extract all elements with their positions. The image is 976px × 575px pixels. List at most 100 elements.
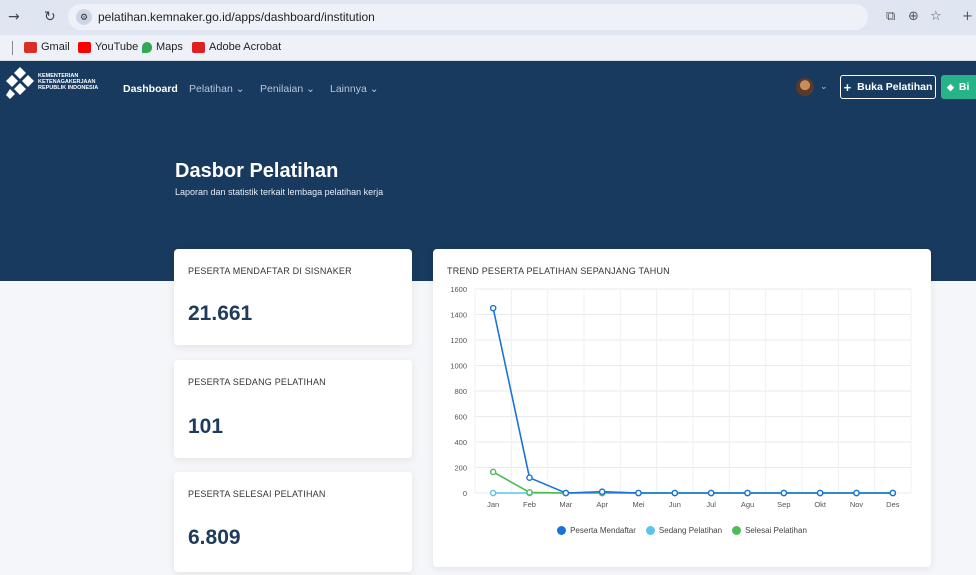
- y-tick-label: 400: [454, 438, 467, 447]
- data-point[interactable]: [598, 488, 606, 496]
- bookmark-adobe-acrobat[interactable]: Adobe Acrobat: [192, 41, 281, 53]
- data-point[interactable]: [816, 489, 824, 497]
- legend-swatch: [645, 526, 655, 535]
- plus-icon: +: [843, 79, 852, 95]
- y-tick-label: 200: [454, 464, 467, 473]
- bookmarks-bar: Gmail YouTube Maps Adobe Acrobat: [0, 35, 976, 61]
- nav-pelatihan[interactable]: Pelatihan ⌄: [189, 83, 245, 95]
- youtube-icon: [78, 41, 91, 53]
- legend-item-sedang[interactable]: Sedang Pelatihan: [645, 526, 723, 535]
- chevron-down-icon: ⌄: [306, 83, 315, 95]
- extension-icon[interactable]: +: [962, 9, 973, 24]
- x-tick-label: Mei: [632, 500, 644, 509]
- data-point[interactable]: [853, 489, 860, 497]
- trend-chart-card: TREND PESERTA PELATIHAN SEPANJANG TAHUN …: [433, 249, 931, 567]
- chart-title: TREND PESERTA PELATIHAN SEPANJANG TAHUN: [447, 266, 670, 276]
- data-point[interactable]: [635, 489, 642, 497]
- x-tick-label: Mar: [559, 500, 572, 509]
- data-point[interactable]: [780, 489, 788, 497]
- stat-card-in-training: PESERTA SEDANG PELATIHAN 101: [174, 360, 412, 458]
- bookmark-star-icon[interactable]: ☆: [930, 9, 942, 24]
- bookmark-label: Gmail: [41, 41, 70, 53]
- x-tick-label: Sep: [777, 500, 790, 509]
- url-text: pelatihan.kemnaker.go.id/apps/dashboard/…: [98, 10, 375, 24]
- page-subtitle: Laporan dan statistik terkait lembaga pe…: [175, 187, 384, 197]
- data-point[interactable]: [526, 474, 533, 481]
- legend-label: Selesai Pelatihan: [745, 526, 807, 535]
- zoom-icon[interactable]: ⊕: [908, 9, 919, 24]
- x-tick-label: Jan: [487, 500, 499, 509]
- x-tick-label: Okt: [814, 500, 827, 509]
- chevron-down-icon: ⌄: [235, 83, 245, 95]
- chevron-down-icon[interactable]: ⌄: [820, 81, 828, 92]
- nav-dashboard[interactable]: Dashboard: [123, 83, 178, 95]
- nav-label: Pelatihan: [189, 83, 233, 95]
- logo-wordmark: KEMENTERIAN KETENAGAKERJAAN REPUBLIK IND…: [38, 73, 108, 91]
- x-tick-label: Des: [886, 500, 900, 509]
- install-app-icon[interactable]: ⧉: [886, 9, 895, 24]
- x-tick-label: Jun: [669, 500, 681, 509]
- user-avatar[interactable]: [796, 78, 814, 96]
- data-point[interactable]: [489, 304, 497, 312]
- data-point[interactable]: [707, 489, 715, 497]
- legend-item-selesai[interactable]: Selesai Pelatihan: [732, 526, 807, 535]
- legend-swatch: [557, 526, 567, 535]
- bookmark-label: Maps: [156, 41, 183, 53]
- data-point[interactable]: [489, 489, 497, 497]
- stat-card-completed: PESERTA SELESAI PELATIHAN 6.809: [174, 472, 412, 572]
- nav-label: Penilaian: [260, 83, 304, 95]
- data-point[interactable]: [489, 468, 497, 476]
- address-bar[interactable]: ⚙ pelatihan.kemnaker.go.id/apps/dashboar…: [68, 4, 868, 30]
- bookmark-label: YouTube: [95, 41, 139, 53]
- data-point[interactable]: [562, 489, 570, 497]
- legend-label: Peserta Mendaftar: [570, 526, 636, 535]
- app-header: KEMENTERIAN KETENAGAKERJAAN REPUBLIK IND…: [0, 61, 976, 281]
- data-point[interactable]: [889, 489, 897, 497]
- y-tick-label: 800: [454, 387, 467, 396]
- green-button-label: Bi: [958, 81, 970, 93]
- nav-lainnya[interactable]: Lainnya ⌄: [330, 83, 379, 95]
- kemnaker-logo-icon[interactable]: [6, 67, 34, 101]
- legend-swatch: [732, 526, 742, 535]
- open-training-button[interactable]: + Buka Pelatihan: [840, 75, 936, 99]
- open-training-label: Buka Pelatihan: [857, 81, 933, 93]
- chart-legend: Peserta Mendaftar Sedang Pelatihan Seles…: [433, 526, 931, 535]
- tag-icon: ◆: [947, 81, 954, 92]
- reload-icon[interactable]: ↻: [44, 9, 56, 25]
- data-point[interactable]: [671, 489, 679, 497]
- logo-line: REPUBLIK INDONESIA: [38, 85, 99, 91]
- data-point[interactable]: [526, 489, 533, 496]
- legend-label: Sedang Pelatihan: [658, 526, 723, 535]
- x-tick-label: Jul: [706, 500, 716, 509]
- forward-icon[interactable]: →: [8, 9, 20, 25]
- stat-card-registered: PESERTA MENDAFTAR DI SISNAKER 21.661: [174, 249, 412, 345]
- data-point[interactable]: [744, 489, 751, 497]
- nav-penilaian[interactable]: Penilaian ⌄: [260, 83, 315, 95]
- site-settings-icon[interactable]: ⚙: [76, 9, 92, 25]
- green-action-button[interactable]: ◆ Bi: [941, 75, 976, 99]
- chevron-down-icon: ⌄: [369, 83, 379, 95]
- bookmark-youtube[interactable]: YouTube: [78, 41, 138, 53]
- bookmark-maps[interactable]: Maps: [142, 41, 183, 53]
- stat-value: 21.661: [188, 302, 253, 325]
- stat-value: 101: [188, 415, 224, 438]
- legend-item-mendaftar[interactable]: Peserta Mendaftar: [557, 526, 636, 535]
- stat-value: 6.809: [188, 526, 241, 549]
- x-tick-label: Feb: [523, 500, 536, 509]
- y-tick-label: 600: [454, 413, 467, 422]
- gmail-icon: [24, 41, 37, 53]
- bookmark-gmail[interactable]: Gmail: [24, 41, 70, 53]
- x-tick-label: Apr: [596, 500, 608, 509]
- nav-label: Lainnya: [330, 83, 367, 95]
- bookmark-label: Adobe Acrobat: [209, 41, 282, 53]
- stat-label: PESERTA SELESAI PELATIHAN: [188, 489, 326, 499]
- y-tick-label: 1000: [450, 362, 467, 371]
- x-tick-label: Nov: [850, 500, 864, 509]
- stat-label: PESERTA MENDAFTAR DI SISNAKER: [188, 266, 352, 276]
- page-title: Dasbor Pelatihan: [175, 160, 339, 182]
- y-tick-label: 1600: [450, 285, 467, 294]
- trend-line-chart: 0 200 400 600 800 1000 1200 1400 1600 Jan Feb Mar Ap…: [450, 285, 912, 509]
- x-tick-label: Agu: [741, 500, 754, 509]
- y-tick-label: 1200: [450, 336, 467, 345]
- y-tick-label: 1400: [450, 311, 467, 320]
